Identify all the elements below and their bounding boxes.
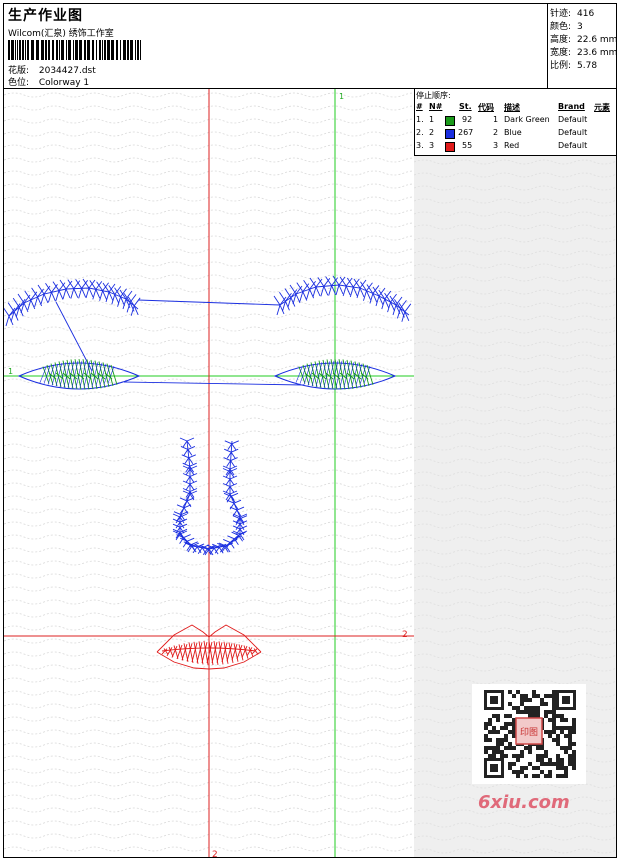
design-preview: 1 1 2 2 (4, 89, 415, 857)
row-brand: Default (558, 115, 588, 124)
stat-value: 22.6 mm (577, 35, 618, 45)
qr-code-icon: 印图 (484, 690, 576, 778)
guide-label-red-v: 2 (212, 850, 218, 857)
col-brand: Brand (558, 102, 585, 111)
row-needle: 1 (429, 115, 435, 124)
row-description: Red (504, 141, 520, 150)
color-swatch (445, 142, 455, 152)
stat-width: 宽度: 23.6 mm (550, 45, 617, 58)
color-swatch (445, 116, 455, 126)
sequence-row: 3. 3 55 3 Red Default (414, 140, 616, 152)
row-index: 1. (416, 115, 424, 124)
stat-label: 针迹: (550, 9, 572, 19)
stat-value: 5.78 (577, 61, 598, 71)
guide-label-green-v: 1 (339, 92, 344, 101)
colorway-label: 色位: (8, 78, 30, 88)
stat-scale: 比例: 5.78 (550, 58, 597, 71)
row-stitches: 55 (462, 141, 473, 150)
sequence-row: 2. 2 267 2 Blue Default (414, 127, 616, 139)
color-swatch (445, 129, 455, 139)
stat-label: 高度: (550, 35, 572, 45)
row-description: Dark Green (504, 115, 550, 124)
stat-value: 23.6 mm (577, 48, 618, 58)
row-index: 2. (416, 128, 424, 137)
stat-value: 3 (577, 22, 583, 32)
row-code: 1 (493, 115, 499, 124)
row-description: Blue (504, 128, 522, 137)
barcode-image (8, 40, 141, 60)
col-description: 描述 (504, 103, 520, 112)
row-needle: 3 (429, 141, 435, 150)
col-index: # (416, 102, 423, 111)
sequence-header-row: # N# St. 代码 描述 Brand 元素 (414, 101, 616, 113)
right-eyebrow (273, 275, 412, 322)
production-worksheet: 生产作业图 Wilcom(汇泉) 绣饰工作室 花版: 2034427.dst 色… (3, 3, 617, 858)
row-brand: Default (558, 141, 588, 150)
watermark-text: 6xiu.com (478, 792, 570, 813)
guide-label-red-h: 2 (402, 630, 408, 640)
design-stats: 针迹: 416 颜色: 3 高度: 22.6 mm 宽度: 23.6 mm 比例: 5.7… (547, 4, 617, 88)
sequence-row: 1. 1 92 1 Dark Green Default (414, 114, 616, 126)
col-code: 代码 (478, 103, 494, 112)
stat-value: 416 (577, 9, 595, 19)
stat-stitches: 针迹: 416 (550, 6, 594, 19)
col-element: 元素 (594, 103, 610, 112)
embroidery-canvas: 1 1 2 2 (4, 89, 414, 857)
stat-colors: 颜色: 3 (550, 19, 583, 32)
row-stitches: 92 (462, 115, 473, 124)
col-stitches: St. (459, 102, 472, 111)
left-eye (17, 359, 141, 390)
row-brand: Default (558, 128, 588, 137)
stat-height: 高度: 22.6 mm (550, 32, 617, 45)
row-code: 3 (493, 141, 499, 150)
left-eyebrow (4, 278, 141, 327)
colorway-value: Colorway 1 (38, 78, 90, 88)
nose (172, 437, 248, 556)
qr-code-watermark: 印图 (472, 684, 586, 784)
colorway-line: 色位: Colorway 1 (8, 75, 89, 88)
worksheet-header: 生产作业图 Wilcom(汇泉) 绣饰工作室 花版: 2034427.dst 色… (4, 4, 617, 89)
stat-label: 颜色: (550, 22, 572, 32)
seal-text: 印图 (520, 726, 538, 738)
col-needle: N# (429, 102, 443, 111)
page-title: 生产作业图 (8, 8, 83, 24)
company-name: Wilcom(汇泉) 绣饰工作室 (8, 29, 114, 39)
stat-label: 比例: (550, 61, 572, 71)
stop-sequence-panel: 停止顺序: # N# St. 代码 描述 Brand 元素 1. 1 92 1 … (414, 89, 616, 156)
row-code: 2 (493, 128, 499, 137)
stat-label: 宽度: (550, 48, 572, 58)
row-needle: 2 (429, 128, 435, 137)
sequence-title: 停止顺序: (416, 91, 451, 100)
guide-label-green-h: 1 (8, 367, 13, 376)
row-index: 3. (416, 141, 424, 150)
row-stitches: 267 (458, 128, 474, 137)
